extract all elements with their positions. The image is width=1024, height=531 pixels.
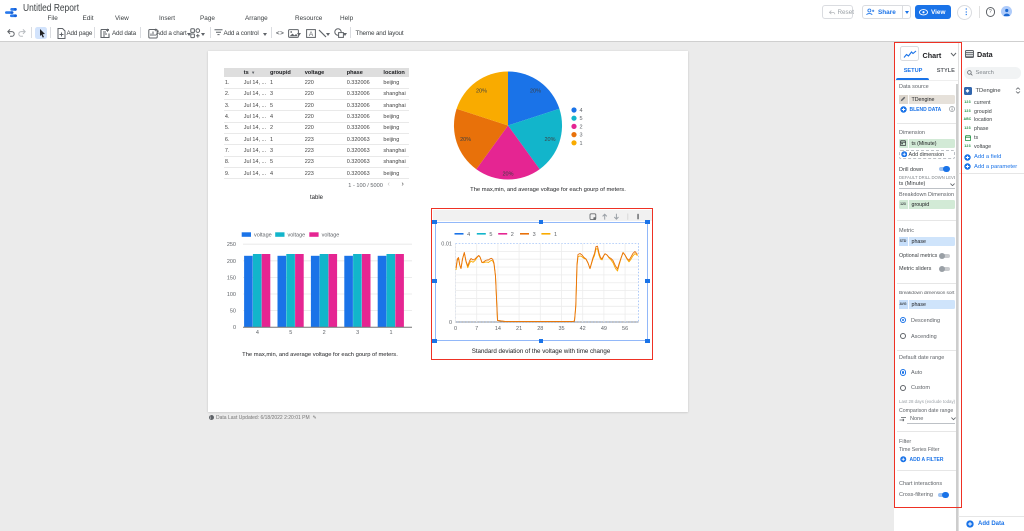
svg-text:A: A	[308, 30, 313, 37]
